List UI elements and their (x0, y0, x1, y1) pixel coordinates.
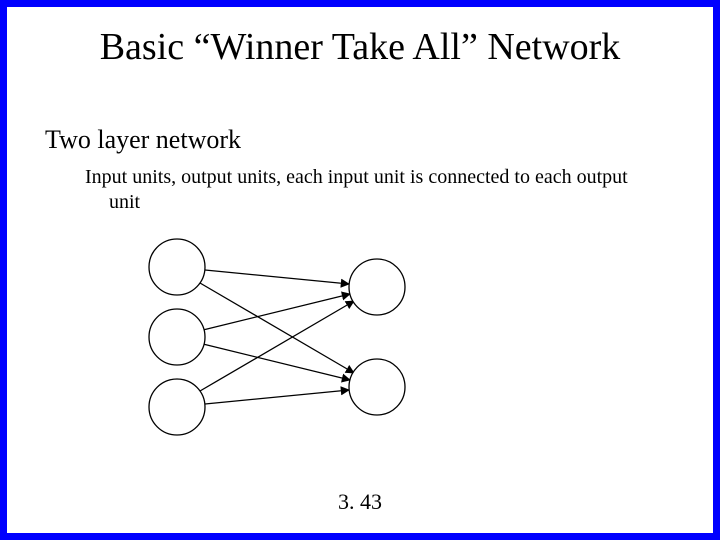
output-node-2 (349, 359, 405, 415)
edge-i1-o2 (200, 283, 354, 373)
input-node-1 (149, 239, 205, 295)
edge-i2-o1 (203, 294, 350, 330)
edge-i1-o1 (205, 270, 349, 284)
slide-title: Basic “Winner Take All” Network (7, 25, 713, 69)
edge-i3-o1 (200, 301, 354, 391)
slide-body-text: Input units, output units, each input un… (85, 165, 653, 215)
network-diagram (117, 227, 457, 447)
slide-frame: Basic “Winner Take All” Network Two laye… (0, 0, 720, 540)
input-node-3 (149, 379, 205, 435)
edges (200, 270, 354, 404)
edge-i2-o2 (203, 344, 350, 380)
slide-subtitle: Two layer network (45, 125, 241, 155)
edge-i3-o2 (205, 390, 349, 404)
page-number: 3. 43 (7, 489, 713, 515)
input-node-2 (149, 309, 205, 365)
output-node-1 (349, 259, 405, 315)
input-nodes (149, 239, 205, 435)
output-nodes (349, 259, 405, 415)
